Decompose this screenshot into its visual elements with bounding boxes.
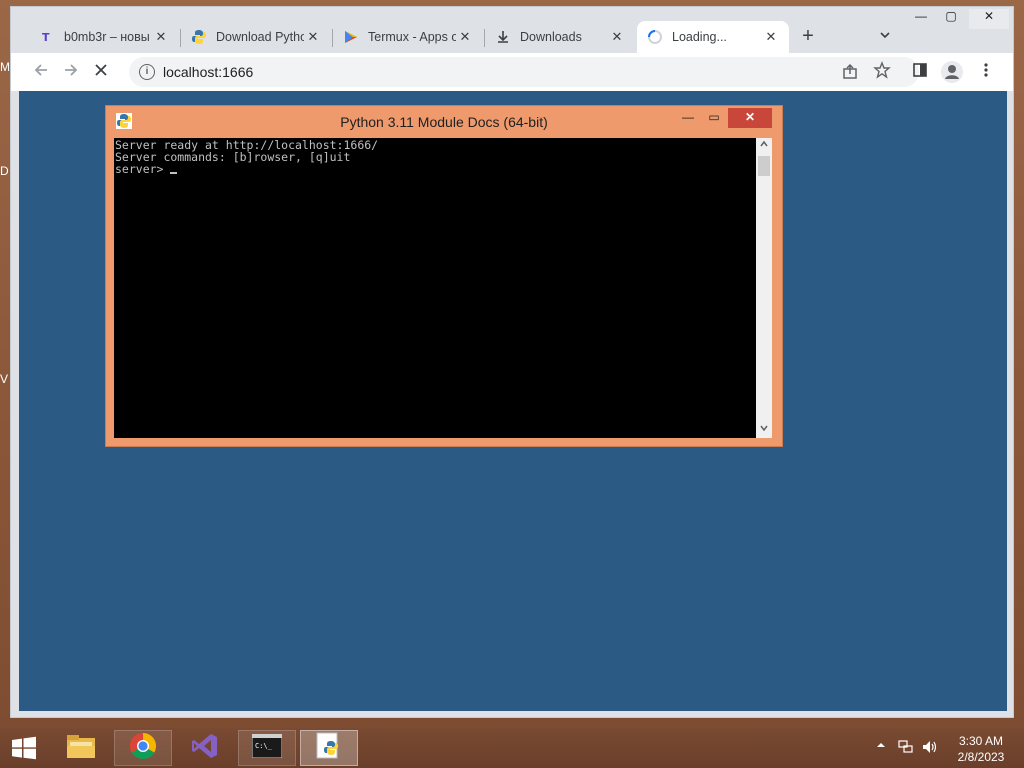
taskbar-python[interactable] bbox=[300, 730, 358, 766]
terminal-output[interactable]: Server ready at http://localhost:1666/Se… bbox=[114, 138, 756, 438]
forward-arrow-icon[interactable] bbox=[59, 61, 83, 85]
browser-window: T b0mb3r – новы ✕ Download Pytho ✕ Termu… bbox=[10, 6, 1014, 718]
new-tab-button[interactable]: + bbox=[797, 26, 819, 48]
text-cursor bbox=[170, 172, 178, 174]
terminal-line: Server commands: [b]rowser, [q]uit bbox=[115, 150, 351, 164]
tab-download-python[interactable]: Download Pytho ✕ bbox=[181, 21, 331, 53]
tab-label: Termux - Apps o bbox=[368, 30, 456, 44]
console-window: Python 3.11 Module Docs (64-bit) — ▭ ✕ S… bbox=[105, 105, 783, 447]
desktop-icon-label[interactable]: V bbox=[0, 372, 8, 386]
bookmark-star-icon[interactable] bbox=[873, 61, 893, 81]
tilda-icon: T bbox=[39, 29, 55, 45]
scroll-down-icon[interactable] bbox=[756, 422, 772, 438]
taskbar-chrome[interactable] bbox=[114, 730, 172, 766]
close-icon[interactable]: ✕ bbox=[763, 29, 779, 45]
profile-avatar-icon[interactable] bbox=[941, 61, 963, 83]
svg-text:C:\_: C:\_ bbox=[255, 742, 273, 750]
tab-loading[interactable]: Loading... ✕ bbox=[637, 21, 789, 53]
minimize-button[interactable]: — bbox=[909, 9, 933, 29]
close-icon[interactable]: ✕ bbox=[457, 29, 473, 45]
close-icon[interactable]: ✕ bbox=[609, 29, 625, 45]
tab-label: Download Pytho bbox=[216, 30, 304, 44]
terminal-prompt: server> bbox=[115, 162, 171, 176]
volume-icon[interactable] bbox=[922, 740, 938, 757]
scroll-up-icon[interactable] bbox=[756, 138, 772, 154]
svg-text:T: T bbox=[42, 31, 50, 44]
desktop-icon-label[interactable]: D bbox=[0, 164, 9, 178]
python-icon bbox=[314, 731, 344, 766]
site-info-icon[interactable]: i bbox=[139, 64, 155, 80]
network-icon[interactable] bbox=[898, 740, 914, 757]
tab-b0mb3r[interactable]: T b0mb3r – новы ✕ bbox=[29, 21, 179, 53]
taskbar-visual-studio[interactable] bbox=[176, 730, 234, 766]
tab-downloads[interactable]: Downloads ✕ bbox=[485, 21, 635, 53]
tab-label: b0mb3r – новы bbox=[64, 30, 150, 44]
loading-spinner-icon bbox=[647, 29, 663, 45]
close-window-button[interactable]: ✕ bbox=[969, 9, 1009, 29]
browser-toolbar: i localhost:1666 bbox=[11, 53, 1013, 91]
chrome-icon bbox=[128, 731, 158, 766]
tab-search-chevron-icon[interactable] bbox=[875, 28, 895, 48]
side-panel-icon[interactable] bbox=[909, 61, 931, 83]
page-viewport: Python 3.11 Module Docs (64-bit) — ▭ ✕ S… bbox=[19, 91, 1007, 711]
windows-start-icon[interactable] bbox=[10, 736, 38, 760]
clock-date: 2/8/2023 bbox=[957, 750, 1005, 764]
taskbar: C:\_ 3:30 AM 2/8/2023 bbox=[0, 728, 1024, 768]
system-clock[interactable]: 3:30 AM 2/8/2023 bbox=[946, 733, 1016, 765]
tab-label: Downloads bbox=[520, 30, 582, 44]
console-titlebar[interactable]: Python 3.11 Module Docs (64-bit) — ▭ ✕ bbox=[106, 106, 782, 136]
share-icon[interactable] bbox=[841, 63, 859, 81]
console-close-button[interactable]: ✕ bbox=[728, 108, 772, 128]
show-hidden-icons-icon[interactable] bbox=[876, 740, 886, 753]
taskbar-cmd[interactable]: C:\_ bbox=[238, 730, 296, 766]
scroll-thumb[interactable] bbox=[758, 156, 770, 176]
tab-strip: T b0mb3r – новы ✕ Download Pytho ✕ Termu… bbox=[11, 7, 1013, 53]
kebab-menu-icon[interactable] bbox=[975, 61, 997, 83]
tab-label: Loading... bbox=[672, 30, 727, 44]
download-icon bbox=[495, 29, 511, 45]
stop-loading-icon[interactable] bbox=[89, 61, 113, 85]
tab-termux[interactable]: Termux - Apps o ✕ bbox=[333, 21, 483, 53]
console-minimize-button[interactable]: — bbox=[678, 108, 698, 128]
console-maximize-button[interactable]: ▭ bbox=[704, 108, 724, 128]
close-icon[interactable]: ✕ bbox=[305, 29, 321, 45]
close-icon[interactable]: ✕ bbox=[153, 29, 169, 45]
python-icon bbox=[191, 29, 207, 45]
back-arrow-icon[interactable] bbox=[29, 61, 53, 85]
visual-studio-icon bbox=[190, 731, 220, 766]
cmd-icon: C:\_ bbox=[251, 733, 283, 763]
maximize-button[interactable]: ▢ bbox=[939, 9, 963, 29]
clock-time: 3:30 AM bbox=[958, 734, 1004, 748]
vertical-scrollbar[interactable] bbox=[756, 138, 772, 438]
file-explorer-icon bbox=[65, 732, 97, 765]
address-bar[interactable]: i localhost:1666 bbox=[129, 57, 919, 87]
url-text[interactable]: localhost:1666 bbox=[163, 64, 253, 80]
google-play-icon bbox=[343, 29, 359, 45]
desktop-icon-label[interactable]: M bbox=[0, 60, 10, 74]
taskbar-file-explorer[interactable] bbox=[52, 730, 110, 766]
